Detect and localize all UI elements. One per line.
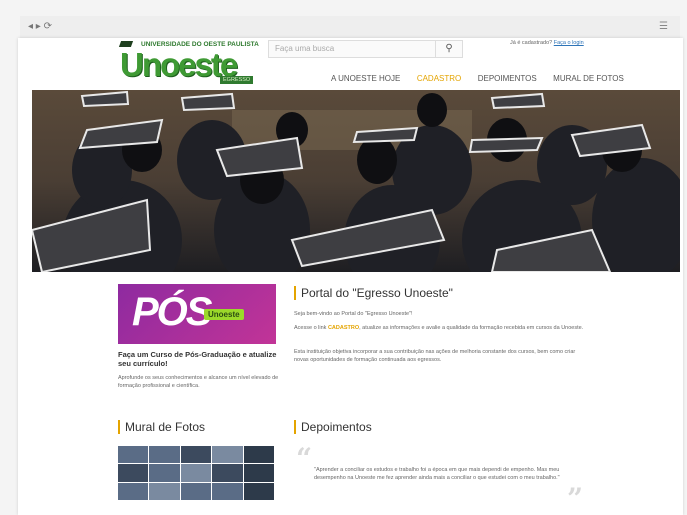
site-logo[interactable]: UNIVERSIDADE DO OESTE PAULISTA Unoeste E… bbox=[116, 40, 259, 86]
login-link[interactable]: Faça o login bbox=[554, 40, 584, 46]
depoimentos-heading: Depoimentos bbox=[294, 420, 372, 434]
search-button[interactable]: ⚲ bbox=[435, 41, 462, 57]
photo-gallery[interactable] bbox=[118, 446, 274, 500]
login-prompt: Já é cadastrado? Faça o login bbox=[510, 40, 584, 46]
gallery-thumb[interactable] bbox=[180, 464, 212, 482]
testimonial-quote: "Aprender a conciliar os estudos e traba… bbox=[314, 467, 560, 481]
gallery-thumb[interactable] bbox=[180, 446, 212, 464]
menu-item-cadastro[interactable]: CADASTRO bbox=[417, 74, 461, 83]
gallery-thumb[interactable] bbox=[149, 446, 180, 464]
quote-open-icon: “ bbox=[296, 442, 313, 475]
browser-menu-icon[interactable]: ☰ bbox=[659, 21, 668, 32]
gallery-thumb[interactable] bbox=[243, 464, 274, 482]
menu-item-mural-de-fotos[interactable]: MURAL DE FOTOS bbox=[553, 74, 624, 83]
pos-graduacao-banner[interactable]: PÓS Unoeste bbox=[118, 284, 276, 344]
main-menu: A UNOESTE HOJE CADASTRO DEPOIMENTOS MURA… bbox=[331, 68, 636, 86]
gallery-thumb[interactable] bbox=[118, 482, 149, 500]
gallery-thumb[interactable] bbox=[149, 482, 180, 500]
pos-graduacao-desc: Aprofunde os seus conhecimentos e alcanc… bbox=[118, 375, 279, 389]
portal-cadastro-text-b: , atualize as informações e avalie a qua… bbox=[359, 325, 584, 331]
gallery-thumb[interactable] bbox=[212, 446, 243, 464]
brand-name: Unoeste bbox=[120, 46, 238, 83]
browser-nav-icons[interactable]: ◂ ▸ ⟳ bbox=[28, 21, 52, 32]
cadastro-link[interactable]: CADASTRO bbox=[328, 325, 359, 331]
browser-toolbar: ◂ ▸ ⟳ ☰ bbox=[20, 16, 680, 39]
mural-heading: Mural de Fotos bbox=[118, 420, 205, 434]
search-icon: ⚲ bbox=[445, 43, 453, 54]
portal-objective: Esta instituição objetiva incorporar a s… bbox=[294, 349, 576, 363]
pos-banner-badge: Unoeste bbox=[204, 309, 244, 320]
login-prompt-text: Já é cadastrado? bbox=[510, 40, 553, 46]
pos-banner-title: PÓS bbox=[132, 290, 212, 334]
search-input[interactable]: Faça uma busca bbox=[275, 44, 334, 53]
gallery-thumb[interactable] bbox=[118, 464, 149, 482]
gallery-thumb[interactable] bbox=[149, 464, 180, 482]
pos-graduacao-title[interactable]: Faça um Curso de Pós-Graduação e atualiz… bbox=[118, 350, 288, 368]
portal-welcome: Seja bem-vindo ao Portal do "Egresso Uno… bbox=[294, 311, 413, 317]
gallery-thumb[interactable] bbox=[212, 482, 243, 500]
quote-close-icon: ” bbox=[567, 482, 584, 515]
page: UNIVERSIDADE DO OESTE PAULISTA Unoeste E… bbox=[18, 38, 683, 515]
hero-banner bbox=[32, 90, 680, 272]
menu-item-unoeste-hoje[interactable]: A UNOESTE HOJE bbox=[331, 74, 400, 83]
gallery-thumb[interactable] bbox=[118, 446, 149, 464]
portal-cadastro-text-a: Acesse o link bbox=[294, 325, 328, 331]
portal-cadastro-text: Acesse o link CADASTRO, atualize as info… bbox=[294, 324, 590, 332]
gallery-thumb[interactable] bbox=[243, 482, 274, 500]
gallery-thumb[interactable] bbox=[243, 446, 274, 464]
gallery-thumb[interactable] bbox=[212, 464, 243, 482]
graduation-photo bbox=[32, 90, 680, 272]
portal-heading: Portal do "Egresso Unoeste" bbox=[294, 286, 453, 300]
menu-item-depoimentos[interactable]: DEPOIMENTOS bbox=[478, 74, 537, 83]
brand-tagline: EGRESSO bbox=[220, 76, 254, 84]
gallery-thumb[interactable] bbox=[180, 482, 212, 500]
search-box[interactable]: Faça uma busca ⚲ bbox=[268, 40, 463, 58]
